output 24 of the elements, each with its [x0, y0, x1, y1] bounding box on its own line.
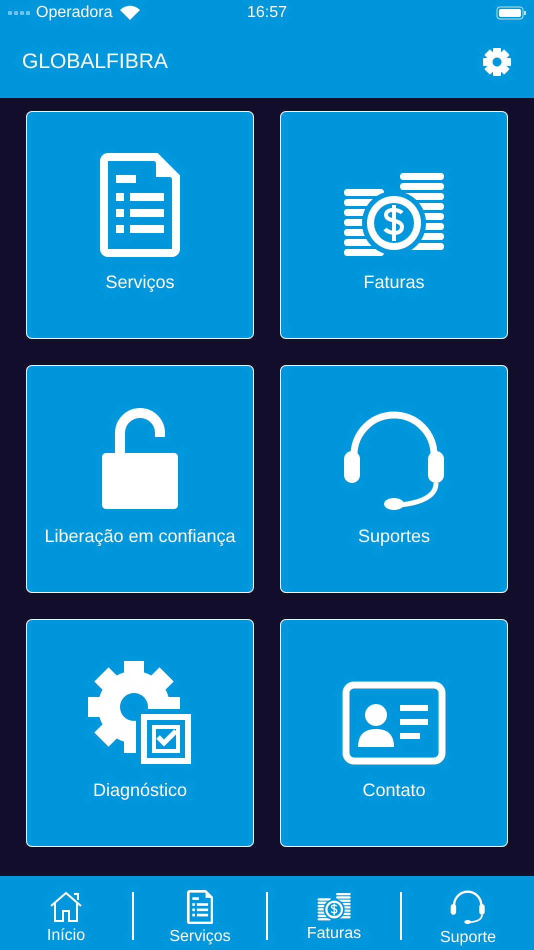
menu-tile[interactable]: Serviços: [26, 111, 254, 339]
coins-icon: [316, 893, 352, 921]
wifi-icon: [118, 5, 140, 21]
clock-time: 16:57: [247, 4, 288, 22]
tab-bar-item[interactable]: Início: [0, 881, 132, 945]
signal-icon: [8, 10, 32, 16]
home-icon: [49, 891, 83, 923]
tab-bar-item[interactable]: Serviços: [134, 880, 266, 946]
menu-tile[interactable]: Faturas: [280, 111, 508, 339]
menu-tile[interactable]: Diagnóstico: [26, 619, 254, 847]
document-icon: [100, 153, 180, 257]
menu-tile[interactable]: Contato: [280, 619, 508, 847]
carrier-name: Operadora: [36, 4, 112, 22]
menu-tile[interactable]: Liberação em confiança: [26, 365, 254, 593]
contact-card-icon: [342, 681, 446, 765]
tab-bar-item[interactable]: Faturas: [268, 883, 400, 943]
menu-tile[interactable]: Suportes: [280, 365, 508, 593]
headset-icon: [450, 889, 486, 925]
coins-icon: [342, 173, 446, 257]
tab-bar-item[interactable]: Suporte: [402, 879, 534, 947]
battery-icon: [496, 5, 526, 21]
padlock-icon: [100, 407, 180, 511]
app-title: GLOBALFIBRA: [22, 50, 168, 74]
document-icon: [186, 890, 214, 924]
